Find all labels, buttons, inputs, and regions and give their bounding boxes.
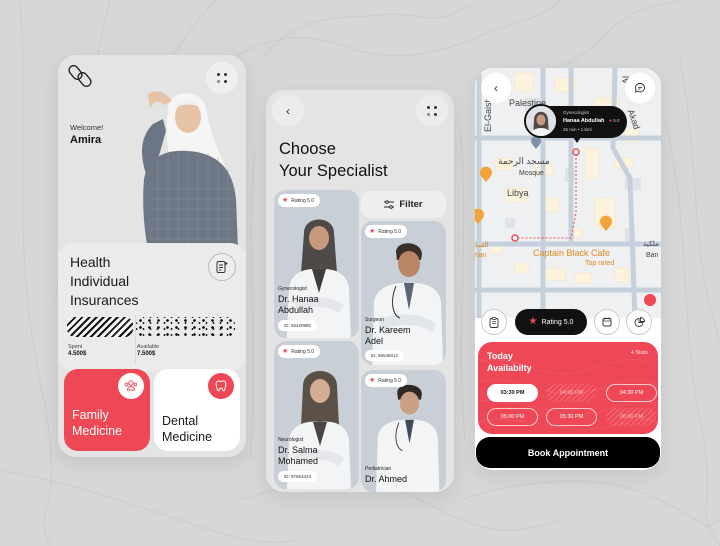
doctor-id: ID: 86546012 [365, 350, 405, 361]
clipboard-icon [489, 316, 499, 328]
menu-button[interactable] [416, 95, 448, 127]
chevron-left-icon: ‹ [494, 81, 498, 95]
category-label: Family Medicine [72, 408, 123, 438]
clipboard-button[interactable] [481, 309, 507, 335]
family-group-icon [118, 373, 144, 399]
availability-stats: 4 Stats [630, 350, 648, 356]
doctor-map-popup[interactable]: Gynecologist Hanaa Abdullah ● 5.0 25 min… [524, 104, 627, 143]
available-value: 7.500$ [137, 351, 156, 357]
category-label: Dental Medicine [162, 414, 213, 444]
user-name: Amira [70, 134, 102, 146]
doctor-name: Dr. Salma Mohamed [278, 445, 319, 466]
spent-label: Spent [68, 344, 83, 350]
doctor-specialty: Pediatrician [365, 466, 392, 472]
specialist-screen: ‹ Choose Your Specialist Filter ★ Rating… [266, 90, 454, 492]
available-label: Available [137, 344, 160, 350]
spent-bar [67, 317, 133, 337]
star-icon: ★ [369, 228, 376, 235]
booking-screen: Palestine El-Gaish مسجد الرحمة Mosque Li… [475, 68, 661, 470]
doctor-id: ID: 97653423 [278, 471, 318, 482]
map-label-mosque: Mosque [519, 170, 544, 177]
doctor-card[interactable]: ★ Rating 5.0 Surgeon Dr. Kareem Adel ID:… [361, 221, 446, 365]
chevron-left-icon: ‹ [286, 104, 290, 118]
document-add-icon [216, 261, 228, 273]
doctor-specialty: Gynecologist [278, 286, 307, 292]
availability-card: Today Availabilty 4 Stats 03:30 PM 04:00 … [478, 342, 658, 434]
time-slot[interactable]: 05:30 PM [546, 408, 597, 426]
doctor-card[interactable]: ★ Rating 5.0 Pediatrician Dr. Ahmed [361, 370, 446, 492]
spent-value: 4.500$ [68, 351, 87, 357]
doctor-specialty: Surgeon [365, 317, 384, 323]
map-label-cafe-sub: Top rated [585, 260, 615, 267]
popup-meta: 25 min • 1.5ml [563, 127, 592, 132]
rating-badge: ★ Rating 5.0 [365, 225, 408, 238]
map-label-el-gaish: El-Gaish [483, 97, 493, 132]
back-button[interactable]: ‹ [272, 95, 304, 127]
popup-doctor-name: Hanaa Abdullah [563, 118, 605, 124]
back-button[interactable]: ‹ [481, 73, 511, 103]
rating-badge: ★ Rating 5.0 [278, 345, 321, 358]
calendar-button[interactable] [594, 309, 620, 335]
insurance-title: Health Individual Insurances [70, 254, 139, 308]
time-slot[interactable]: 03:30 PM [487, 384, 538, 402]
welcome-text: Welcome! [70, 123, 104, 132]
map-label-bank-ar: ملكية [643, 241, 659, 248]
star-icon: ● [609, 118, 613, 124]
rating-button[interactable]: ★ Rating 5.0 [515, 309, 587, 335]
book-appointment-button[interactable]: Book Appointment [476, 437, 660, 468]
star-icon: ★ [282, 348, 289, 355]
insurance-doc-button[interactable] [208, 253, 236, 281]
doctor-card[interactable]: ★ Rating 5.0 Gynecologist Dr. Hanaa Abdu… [274, 190, 359, 338]
popup-specialty: Gynecologist [563, 110, 590, 115]
map-label-bank: Ban [646, 252, 659, 259]
rating-badge: ★ Rating 5.0 [278, 194, 321, 207]
popup-rating: ● 5.0 [609, 118, 620, 124]
star-icon: ★ [369, 377, 376, 384]
sliders-icon [384, 200, 395, 209]
category-family-medicine[interactable]: Family Medicine [64, 369, 150, 451]
time-slot: 06:00 PM [606, 408, 657, 426]
chat-bubble-icon [634, 83, 645, 93]
user-photo [142, 91, 238, 249]
home-screen: Welcome! Amira Health Individual Insuran… [58, 55, 246, 457]
capsule-logo-icon [68, 65, 92, 87]
map-label-restaurant-ar: القبة [475, 242, 489, 249]
insurance-card[interactable]: Health Individual Insurances Spent 4.500… [58, 243, 246, 371]
calendar-icon [602, 317, 612, 327]
availability-title: Today Availabilty [487, 351, 532, 373]
doctor-name: Dr. Hanaa Abdullah [278, 294, 319, 315]
doctor-name: Dr. Kareem Adel [365, 325, 411, 346]
doctor-id: ID: 65420980 [278, 320, 318, 331]
map-label-cafe: Captain Black Cafe [533, 248, 611, 258]
star-icon: ★ [528, 316, 538, 327]
doctor-specialty: Neurologist [278, 437, 304, 443]
star-icon: ★ [282, 197, 289, 204]
filter-button[interactable]: Filter [361, 191, 446, 218]
map-label-restaurant: rian [475, 252, 487, 259]
tooth-icon [208, 373, 234, 399]
time-slot[interactable]: 04:30 PM [606, 384, 657, 402]
rating-badge: ★ Rating 5.0 [365, 374, 408, 387]
doctor-avatar [524, 104, 558, 138]
map-label-libya: Libya [507, 188, 529, 198]
category-dental-medicine[interactable]: Dental Medicine [154, 369, 240, 451]
stats-button[interactable] [626, 309, 652, 335]
time-slot[interactable]: 05:00 PM [487, 408, 538, 426]
action-row: ★ Rating 5.0 [481, 309, 657, 337]
pie-chart-icon [634, 316, 645, 327]
map-label-mosque-ar: مسجد الرحمة [498, 156, 550, 166]
doctor-card[interactable]: ★ Rating 5.0 Neurologist Dr. Salma Moham… [274, 341, 359, 489]
time-slot: 04:00 PM [546, 384, 597, 402]
doctor-name: Dr. Ahmed [365, 474, 408, 484]
grid-dots-icon [427, 106, 437, 116]
available-bar [136, 317, 235, 337]
filter-label: Filter [399, 199, 423, 210]
page-title: Choose Your Specialist [279, 140, 388, 180]
map-view[interactable]: Palestine El-Gaish مسجد الرحمة Mosque Li… [475, 68, 661, 319]
chat-button[interactable] [625, 73, 655, 103]
